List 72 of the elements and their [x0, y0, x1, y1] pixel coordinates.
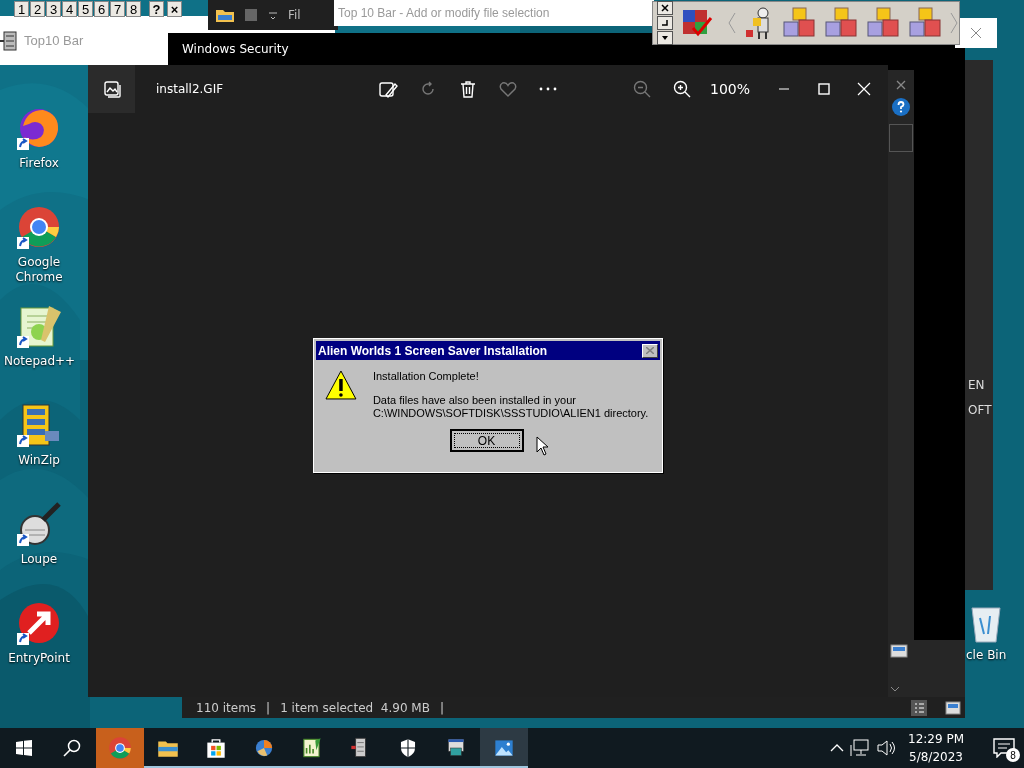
number-button[interactable]: 4	[62, 1, 77, 17]
scroll-bar[interactable]	[888, 640, 965, 697]
blocks-icon[interactable]	[907, 6, 943, 40]
dropdown-icon[interactable]	[268, 10, 278, 20]
number-button[interactable]: 5	[78, 1, 93, 17]
window-title: Top10 Bar	[24, 33, 84, 48]
edit-image-icon[interactable]	[378, 79, 398, 99]
network-icon[interactable]	[850, 739, 870, 757]
help-icon[interactable]	[892, 98, 910, 116]
status-text: 1 item selected 4.90 MB	[280, 700, 430, 715]
message-icon	[993, 738, 1015, 758]
zoom-level: 100%	[709, 81, 750, 97]
delete-icon[interactable]	[458, 79, 478, 99]
help-button[interactable]: ?	[149, 1, 164, 17]
number-button[interactable]: 2	[30, 1, 45, 17]
chevron-icon[interactable]	[890, 685, 900, 693]
separator: |	[439, 700, 444, 715]
blocks-icon[interactable]	[865, 6, 901, 40]
window-title: Windows Security	[182, 42, 289, 56]
number-button[interactable]: 1	[14, 1, 29, 17]
cabinet-icon	[0, 30, 18, 51]
heart-icon[interactable]	[498, 79, 518, 99]
blocks-icon[interactable]	[781, 6, 817, 40]
browser-icon[interactable]	[107, 735, 133, 761]
magnifier-icon[interactable]	[15, 500, 63, 548]
thumbnail-view-icon[interactable]	[945, 700, 961, 715]
volume-icon[interactable]	[876, 739, 896, 757]
icon-label[interactable]: Loupe	[4, 552, 74, 567]
taskbar-button[interactable]	[480, 728, 528, 768]
number-button[interactable]: 7	[110, 1, 125, 17]
image-icon[interactable]	[890, 644, 908, 658]
dialog-heading: Installation Complete!	[372, 370, 480, 382]
input-field[interactable]	[889, 124, 913, 152]
icon-label[interactable]: EntryPoint	[4, 651, 74, 666]
icon-label[interactable]: WinZip	[4, 453, 74, 468]
windows-icon[interactable]	[16, 740, 32, 756]
folder-icon[interactable]	[216, 8, 234, 22]
dialog-message: Data files have also been installed in your C:\WINDOWS\SOFTDISK\SSSTUDIO\ALIEN1 directory.	[372, 394, 650, 420]
text-fragment: OFT	[968, 403, 992, 417]
menu-item[interactable]: Fil	[288, 8, 301, 22]
zoom-out-icon[interactable]	[631, 79, 652, 99]
window-title: Top 10 Bar - Add or modify file selection	[338, 6, 550, 20]
file-name: install2.GIF	[156, 82, 225, 96]
details-view-icon[interactable]	[911, 699, 927, 716]
dialog-title: Alien Worlds 1 Screen Saver Installation	[318, 343, 548, 358]
resize-icon[interactable]	[661, 19, 669, 27]
clock-date[interactable]: 5/8/2023	[909, 748, 963, 766]
gallery-icon[interactable]	[101, 79, 122, 99]
text-fragment: EN	[968, 378, 985, 392]
close-button[interactable]	[642, 343, 658, 358]
icon-label[interactable]: Firefox	[4, 156, 74, 171]
status-text: 110 items	[196, 700, 257, 715]
clock-time[interactable]: 12:29 PM	[908, 730, 964, 748]
warning-icon	[325, 370, 357, 400]
zoom-in-icon[interactable]	[671, 79, 692, 99]
separator: |	[266, 700, 271, 715]
close-button[interactable]: ×	[167, 1, 182, 17]
number-button[interactable]: 6	[94, 1, 109, 17]
icon-label[interactable]: Notepad++	[4, 354, 74, 369]
close-icon[interactable]	[661, 4, 669, 12]
icon-label[interactable]: cle Bin	[966, 648, 1024, 663]
number-button[interactable]: 8	[126, 1, 141, 17]
notifications-button[interactable]: 8	[984, 728, 1024, 768]
ok-button[interactable]: OK	[449, 429, 524, 452]
mouse-pointer-icon	[536, 436, 550, 456]
number-button[interactable]: 3	[46, 1, 61, 17]
chevron-up-icon[interactable]	[830, 743, 844, 753]
icon-label[interactable]: Google Chrome	[4, 255, 74, 285]
blocks-icon[interactable]	[823, 6, 859, 40]
search-icon[interactable]	[63, 739, 81, 757]
dropdown-icon[interactable]	[661, 34, 669, 42]
notification-badge: 8	[1006, 748, 1020, 762]
